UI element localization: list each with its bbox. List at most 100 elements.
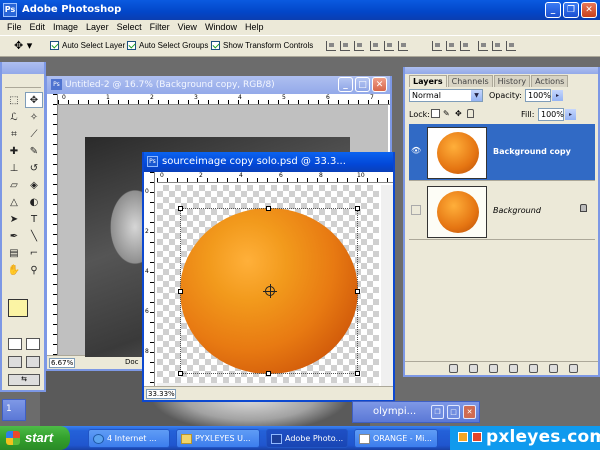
menu-edit[interactable]: Edit [26,20,50,35]
chevron-right-icon[interactable]: ▸ [565,109,576,120]
restore-button[interactable]: ❐ [563,2,579,18]
close-button[interactable]: ✕ [463,405,476,419]
standard-mode-icon[interactable] [8,338,22,350]
lock-position-icon[interactable]: ✥ [455,109,464,118]
close-button[interactable]: ✕ [372,77,387,92]
screen-mode-full-icon[interactable] [26,356,40,368]
quick-mask-mode-icon[interactable] [26,338,40,350]
zoom-field[interactable]: 33.33% [146,389,176,399]
fill-input[interactable]: 100% [538,108,564,121]
menu-file[interactable]: File [3,20,26,35]
layer-row-background[interactable]: Background [409,183,595,240]
slice-tool-icon[interactable]: ⟋ [25,126,43,142]
taskbar-item-photoshop[interactable]: Adobe Photo... [266,429,348,448]
document-title-bar[interactable]: Ps sourceimage copy solo.psd @ 33.3... [144,152,393,172]
transform-handle[interactable] [355,206,360,211]
close-button[interactable]: ✕ [581,2,597,18]
transform-handle[interactable] [178,289,183,294]
pen-tool-icon[interactable]: ✒ [5,228,23,244]
lasso-tool-icon[interactable]: ℒ [5,109,23,125]
brush-tool-icon[interactable]: ✎ [25,143,43,159]
minimize-button[interactable]: _ [338,77,353,92]
transform-handle[interactable] [178,371,183,376]
foreground-color-swatch[interactable] [8,299,28,317]
menu-help[interactable]: Help [241,20,268,35]
clone-stamp-tool-icon[interactable]: ⊥ [5,160,23,176]
align-bottom-icon[interactable] [354,41,364,51]
blur-tool-icon[interactable]: △ [5,194,23,210]
menu-view[interactable]: View [174,20,201,35]
tab-actions[interactable]: Actions [531,75,569,87]
distribute-vcenter-icon[interactable] [446,41,456,51]
start-button[interactable]: start [0,426,70,450]
zoom-tool-icon[interactable]: ⚲ [25,262,43,278]
taskbar-item-pyxleyes[interactable]: PYXLEYES U... [176,429,260,448]
eraser-tool-icon[interactable]: ▱ [5,177,23,193]
tab-layers[interactable]: Layers [409,75,447,87]
notes-tool-icon[interactable]: ▤ [5,245,23,261]
marquee-tool-icon[interactable]: ⬚ [5,92,23,108]
lock-image-icon[interactable]: ✎ [443,109,452,118]
blend-mode-select[interactable]: Normal ▼ [409,89,483,102]
menu-filter[interactable]: Filter [146,20,174,35]
eyedropper-tool-icon[interactable]: ⌐ [25,245,43,261]
distribute-top-icon[interactable] [432,41,442,51]
layer-style-icon[interactable] [469,364,478,373]
eye-visibility-icon[interactable]: 👁 [411,146,421,156]
menu-window[interactable]: Window [201,20,241,35]
transparent-canvas[interactable] [157,185,379,383]
transform-handle[interactable] [266,371,271,376]
lock-transparency-icon[interactable] [431,109,440,118]
auto-select-layer-checkbox[interactable]: Auto Select Layer [50,41,125,50]
transform-handle[interactable] [355,289,360,294]
path-selection-tool-icon[interactable]: ➤ [5,211,23,227]
taskbar-item-internet[interactable]: 4 Internet ... [88,429,170,448]
layers-panel-title-bar[interactable] [405,67,598,74]
new-group-icon[interactable] [529,364,538,373]
distribute-left-icon[interactable] [478,41,488,51]
healing-brush-tool-icon[interactable]: ✚ [5,143,23,159]
menu-select[interactable]: Select [113,20,146,35]
new-layer-icon[interactable] [549,364,558,373]
line-tool-icon[interactable]: ╲ [25,228,43,244]
chevron-right-icon[interactable]: ▸ [552,90,563,101]
lock-all-icon[interactable] [467,109,474,118]
move-tool-preset-icon[interactable]: ✥ ▾ [14,39,40,53]
menu-layer[interactable]: Layer [82,20,113,35]
minimize-button[interactable]: _ [545,2,561,18]
jump-to-imageready-icon[interactable]: ⇆ [8,374,40,386]
transform-handle[interactable] [355,371,360,376]
distribute-right-icon[interactable] [506,41,516,51]
menu-image[interactable]: Image [49,20,82,35]
document-window-sourceimage[interactable]: Ps sourceimage copy solo.psd @ 33.3... 0… [142,152,395,402]
minimized-window-left[interactable]: 1 [2,399,26,421]
transform-handle[interactable] [178,206,183,211]
paint-bucket-tool-icon[interactable]: ◈ [25,177,43,193]
tray-app-icon[interactable] [458,432,468,442]
tab-history[interactable]: History [493,75,531,87]
taskbar-item-orange[interactable]: ORANGE - Mi... [354,429,438,448]
align-top-icon[interactable] [326,41,336,51]
layer-mask-icon[interactable] [489,364,498,373]
align-left-icon[interactable] [370,41,380,51]
trash-icon[interactable] [569,364,578,373]
move-tool-icon[interactable]: ✥ [25,92,43,108]
restore-button[interactable]: ❐ [431,405,444,419]
distribute-bottom-icon[interactable] [460,41,470,51]
maximize-button[interactable]: □ [355,77,370,92]
vertical-scrollbar[interactable] [381,185,393,386]
app-title-bar[interactable]: Ps Adobe Photoshop _ ❐ ✕ [0,0,600,20]
document-title-bar[interactable]: Ps Untitled-2 @ 16.7% (Background copy, … [47,76,390,94]
history-brush-tool-icon[interactable]: ↺ [25,160,43,176]
toolbox-title-bar[interactable] [2,62,44,74]
align-vcenter-icon[interactable] [340,41,350,51]
maximize-button[interactable]: □ [447,405,460,419]
dodge-tool-icon[interactable]: ◐ [25,194,43,210]
align-hcenter-icon[interactable] [384,41,394,51]
adjustment-layer-icon[interactable] [509,364,518,373]
magic-wand-tool-icon[interactable]: ✧ [25,109,43,125]
transform-handle[interactable] [266,206,271,211]
visibility-toggle[interactable] [411,205,421,215]
type-tool-icon[interactable]: T [25,211,43,227]
zoom-field[interactable]: 6.67% [49,358,75,368]
